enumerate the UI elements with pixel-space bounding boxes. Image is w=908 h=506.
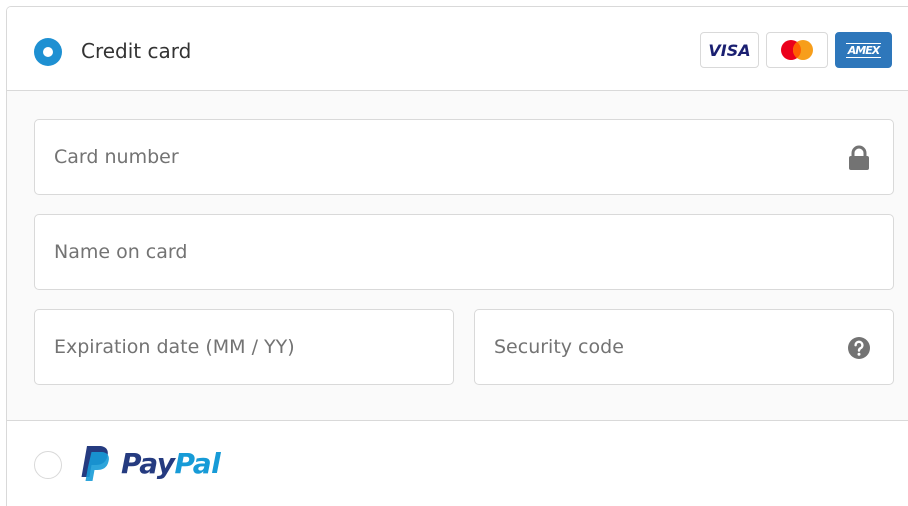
- paypal-wordmark: PayPal: [121, 446, 221, 480]
- paypal-wordmark-pay: Pay: [121, 446, 175, 480]
- mastercard-circles-icon: [781, 40, 813, 60]
- security-code-field-wrapper: [474, 309, 894, 385]
- question-circle-icon[interactable]: [847, 336, 871, 360]
- paypal-p-icon: [81, 446, 109, 481]
- credit-card-radio[interactable]: [34, 38, 62, 66]
- credit-card-label[interactable]: Credit card: [81, 37, 191, 65]
- expiration-date-input[interactable]: [35, 310, 453, 384]
- expiration-date-field-wrapper: [34, 309, 454, 385]
- visa-logo-icon: VISA: [700, 32, 759, 68]
- paypal-radio[interactable]: [34, 451, 62, 479]
- mastercard-logo-icon: [766, 32, 828, 68]
- visa-logo-text: VISA: [708, 40, 751, 60]
- amex-logo-text: AMEX: [845, 42, 882, 58]
- card-number-field-wrapper: [34, 119, 894, 195]
- paypal-logo[interactable]: PayPal: [79, 443, 221, 483]
- amex-logo-icon: AMEX: [835, 32, 892, 68]
- card-number-input[interactable]: [35, 120, 893, 194]
- payment-method-panel: Credit card VISA AMEX Card number Name o…: [6, 6, 908, 506]
- security-code-input[interactable]: [475, 310, 893, 384]
- paypal-option-row[interactable]: PayPal: [7, 421, 908, 506]
- name-on-card-field-wrapper: [34, 214, 894, 290]
- lock-icon: [849, 145, 869, 170]
- paypal-wordmark-pal: Pal: [174, 446, 221, 480]
- name-on-card-input[interactable]: [35, 215, 893, 289]
- credit-card-form: [7, 91, 908, 421]
- credit-card-option-row[interactable]: Credit card VISA AMEX: [7, 7, 908, 91]
- radio-selected-dot: [43, 47, 53, 57]
